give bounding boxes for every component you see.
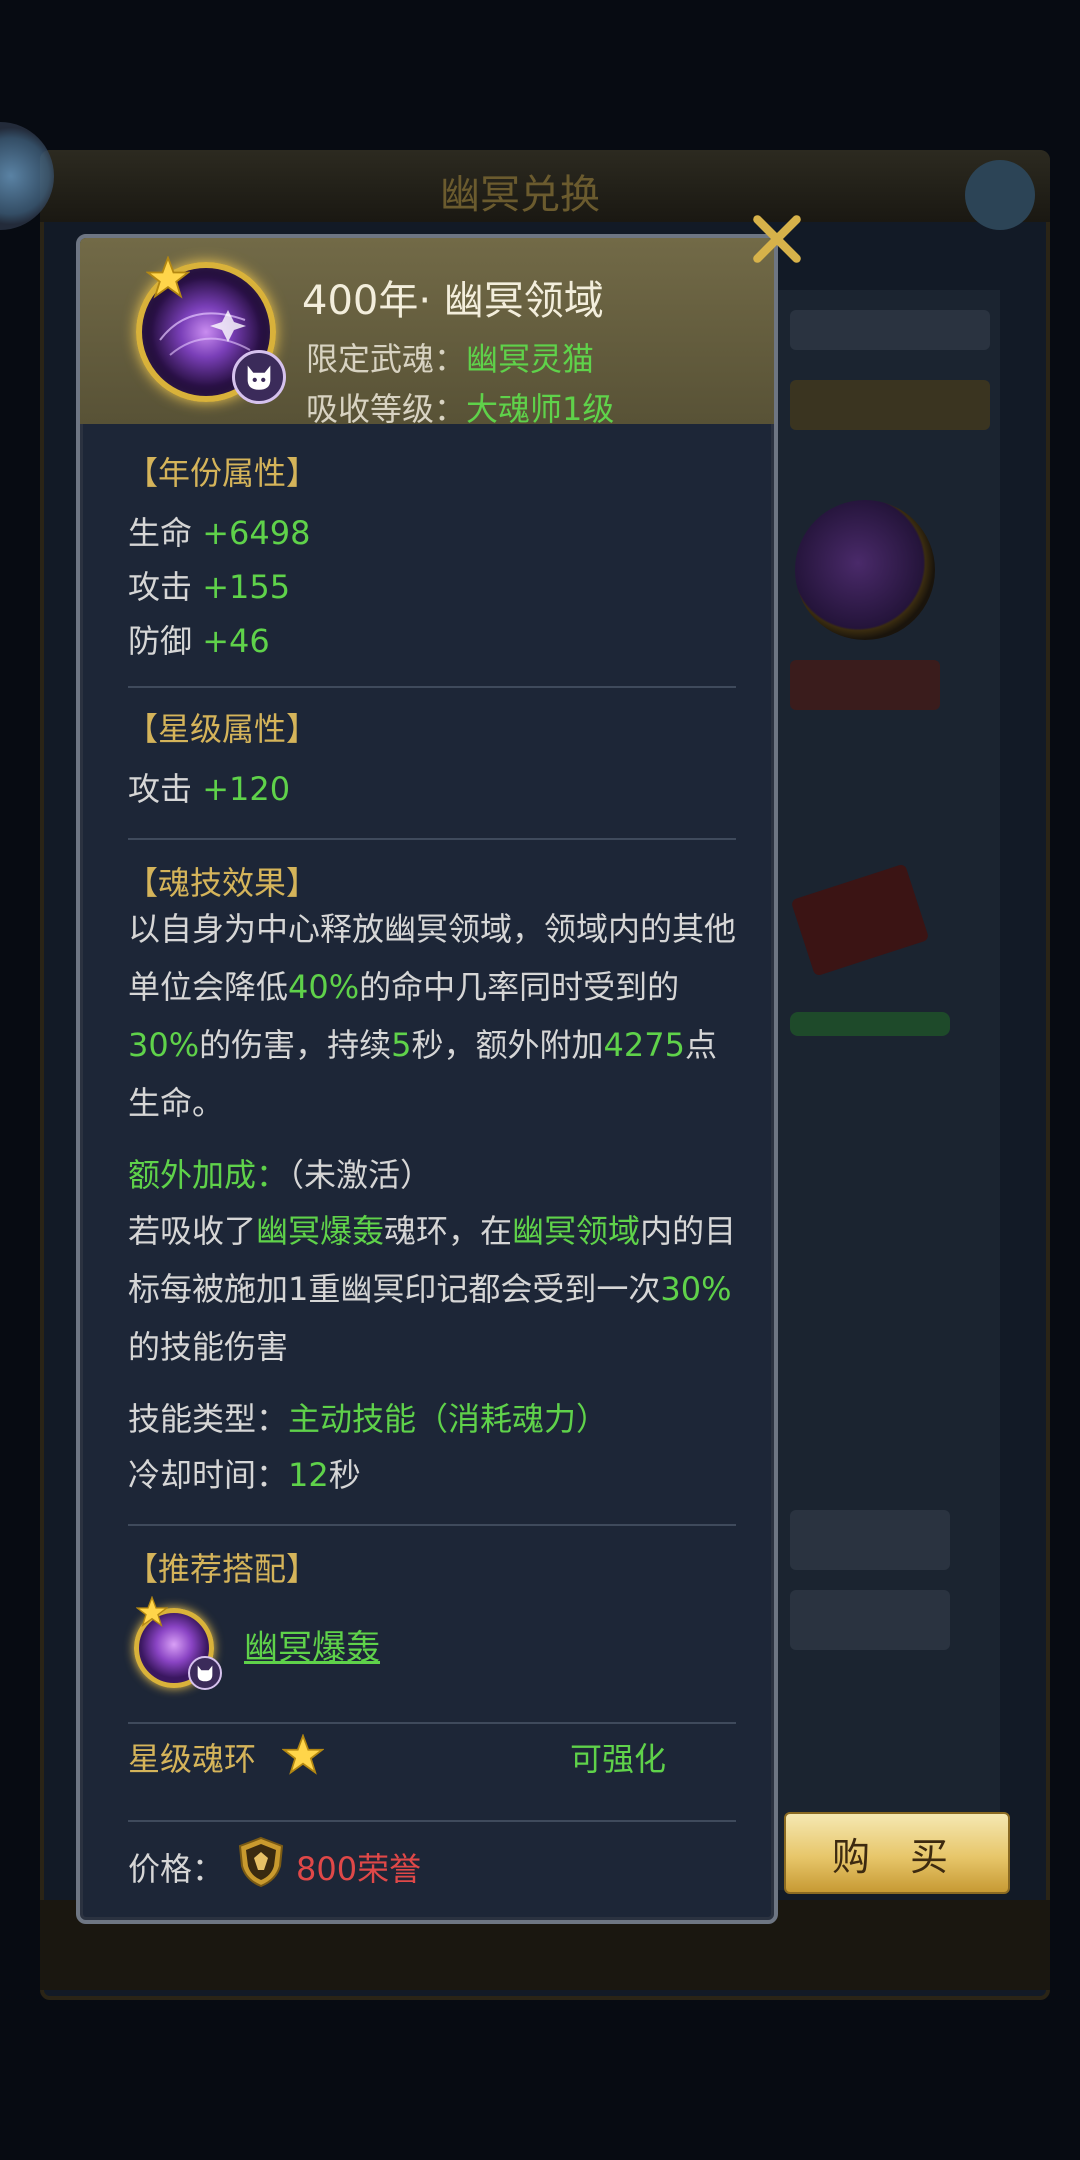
stat-label: 攻击 — [128, 568, 193, 606]
skill-type-value: 主动技能（消耗魂力） — [288, 1400, 609, 1438]
divider — [128, 1524, 736, 1526]
background-chip — [790, 1510, 950, 1570]
bonus-text: 若吸收了幽冥爆轰魂环，在幽冥领域内的目标每被施加1重幽冥印记都会受到一次30%的… — [128, 1212, 737, 1366]
skill-type-label: 技能类型： — [128, 1400, 289, 1438]
bonus-status: （未激活） — [288, 1156, 433, 1194]
skill-effect-text: 以自身为中心释放幽冥领域，领域内的其他单位会降低40%的命中几率同时受到的30%… — [128, 910, 737, 1122]
bonus-line: 额外加成：（未激活） — [128, 1146, 748, 1204]
buy-button[interactable]: 购 买 — [784, 1812, 1010, 1894]
skill-name: 400年· 幽冥领域 — [302, 278, 604, 324]
star-icon — [136, 1596, 168, 1628]
stat-row: 攻击 +155 — [128, 562, 290, 608]
enhance-status: 可强化 — [570, 1740, 667, 1778]
cooldown-line: 冷却时间：12秒 — [128, 1446, 748, 1504]
absorb-level-value: 大魂师1级 — [466, 390, 615, 428]
background-progress — [790, 1012, 950, 1036]
background-chip — [790, 310, 990, 350]
stat-row: 攻击 +120 — [128, 764, 290, 810]
skill-type-line: 技能类型：主动技能（消耗魂力） — [128, 1390, 748, 1448]
restriction-value: 幽冥灵猫 — [466, 340, 595, 378]
divider — [128, 1722, 736, 1724]
background-title: 幽冥兑换 — [440, 172, 600, 218]
stat-value: +46 — [202, 622, 270, 660]
honor-shield-icon — [238, 1836, 284, 1888]
year-attributes-title: 【年份属性】 — [126, 454, 319, 492]
stat-row: 生命 +6498 — [128, 508, 310, 554]
divider — [128, 686, 736, 688]
absorb-level-line: 吸收等级：大魂师1级 — [306, 384, 614, 430]
cooldown-unit: 秒 — [328, 1456, 361, 1494]
stat-value: +120 — [202, 770, 291, 808]
recommend-title: 【推荐搭配】 — [126, 1550, 319, 1588]
star-ring-label: 星级魂环 — [128, 1740, 257, 1778]
stat-row: 防御 +46 — [128, 616, 270, 662]
cooldown-value: 12 — [288, 1456, 329, 1494]
price-label: 价格： — [128, 1850, 225, 1888]
cat-spirit-icon — [188, 1656, 222, 1690]
stat-label: 攻击 — [128, 770, 193, 808]
bonus-label: 额外加成： — [128, 1156, 289, 1194]
divider — [128, 1820, 736, 1822]
restriction-label: 限定武魂： — [306, 340, 467, 378]
stat-value: +6498 — [202, 514, 311, 552]
stat-label: 防御 — [128, 622, 193, 660]
background-orb-icon — [795, 500, 935, 640]
background-chip — [790, 1590, 950, 1650]
cat-spirit-icon — [232, 350, 286, 404]
background-chip — [790, 660, 940, 710]
star-icon — [282, 1734, 324, 1775]
close-icon — [753, 215, 801, 263]
recommend-skill-link[interactable]: 幽冥爆轰 — [244, 1620, 380, 1669]
price-value: 800荣誉 — [296, 1850, 422, 1888]
restriction-line: 限定武魂：幽冥灵猫 — [306, 334, 594, 380]
stat-value: +155 — [202, 568, 291, 606]
absorb-level-label: 吸收等级： — [306, 390, 467, 428]
divider — [128, 838, 736, 840]
background-coin-icon — [965, 160, 1035, 230]
star-icon — [146, 256, 190, 299]
cooldown-label: 冷却时间： — [128, 1456, 289, 1494]
star-attributes-title: 【星级属性】 — [126, 710, 319, 748]
skill-effect-title: 【魂技效果】 — [126, 864, 319, 902]
background-chip — [790, 380, 990, 430]
close-button[interactable] — [742, 204, 812, 274]
stat-label: 生命 — [128, 514, 193, 552]
